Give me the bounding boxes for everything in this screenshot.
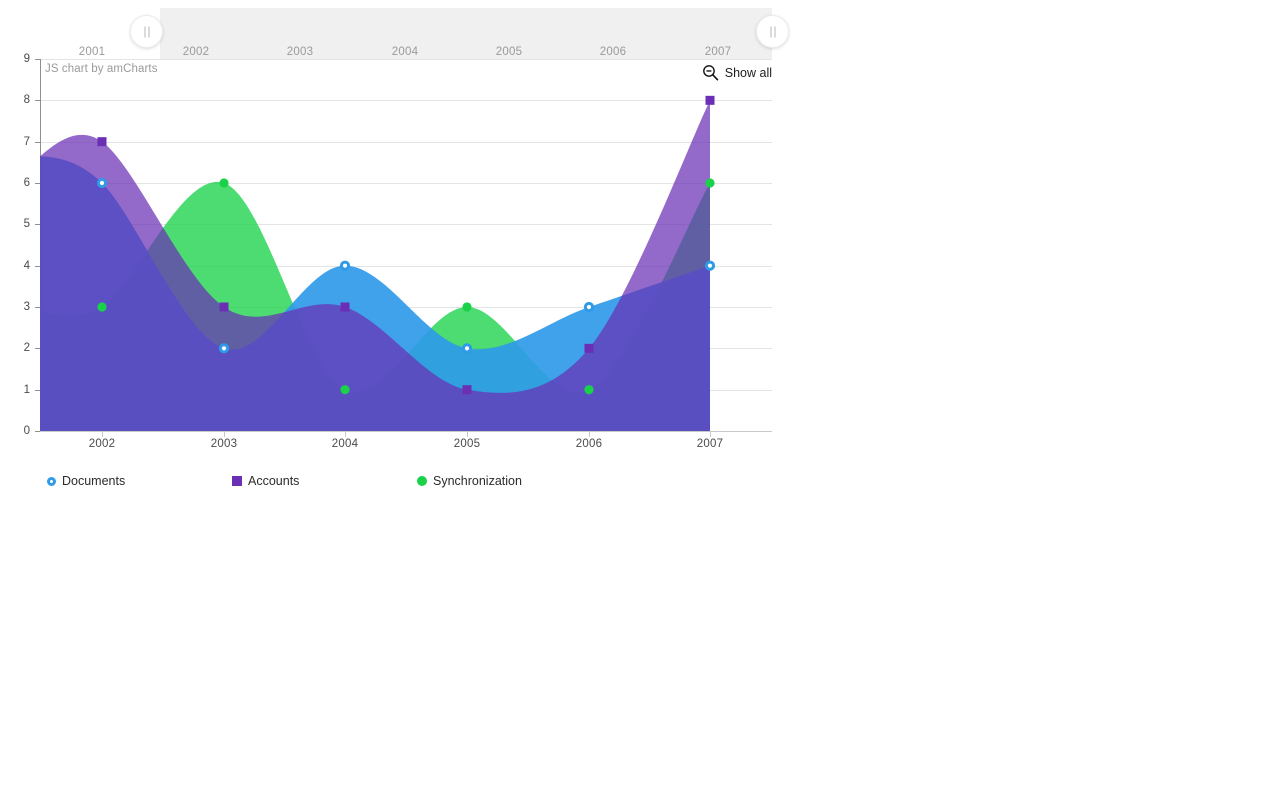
y-tick-label-0: 0 xyxy=(23,425,30,437)
dot-marker-icon xyxy=(411,476,433,486)
data-point-accounts-2006[interactable] xyxy=(584,343,594,353)
x-tick-mark xyxy=(224,431,225,437)
data-point-synchronization-2002[interactable] xyxy=(97,302,107,312)
y-tick-label-5: 5 xyxy=(23,218,30,231)
legend-label: Synchronization xyxy=(433,474,522,488)
x-tick-mark xyxy=(710,431,711,437)
y-tick-label-2: 2 xyxy=(23,342,30,355)
chart-area: 0 1 2 3 4 5 6 7 8 9 2002 2003 2004 2005 2006 2007 JS c… xyxy=(0,0,800,500)
data-point-documents-2004[interactable] xyxy=(339,260,351,271)
data-point-accounts-2003[interactable] xyxy=(219,302,229,312)
x-tick-label-2002: 2002 xyxy=(88,438,116,450)
x-tick-mark xyxy=(467,431,468,437)
legend-item-synchronization[interactable]: Synchronization xyxy=(411,468,522,494)
y-tick-label-8: 8 xyxy=(23,94,30,107)
y-tick-mark xyxy=(35,431,40,432)
x-tick-label-2007: 2007 xyxy=(696,438,724,450)
ring-marker-icon xyxy=(40,476,62,486)
legend-label: Accounts xyxy=(248,474,300,488)
show-all-button[interactable]: Show all xyxy=(702,64,772,81)
data-point-synchronization-2004[interactable] xyxy=(340,385,350,395)
data-point-documents-2006[interactable] xyxy=(583,301,595,313)
data-point-documents-2002[interactable] xyxy=(96,177,108,189)
y-tick-label-3: 3 xyxy=(23,301,30,313)
square-marker-icon xyxy=(226,476,248,486)
legend-label: Documents xyxy=(62,474,126,488)
legend-item-accounts[interactable]: Accounts xyxy=(226,468,299,494)
data-point-synchronization-2003[interactable] xyxy=(219,178,229,188)
x-tick-mark xyxy=(589,431,590,437)
x-tick-label-2004: 2004 xyxy=(331,438,359,450)
chart-page: 2001 2002 2003 2004 2005 2006 2007 0123456789 … xyxy=(0,0,1280,800)
y-tick-label-9: 9 xyxy=(23,53,30,65)
x-tick-label-2003: 2003 xyxy=(210,438,238,450)
x-tick-mark xyxy=(345,431,346,437)
data-point-documents-2007[interactable] xyxy=(704,260,716,271)
y-tick-label-7: 7 xyxy=(23,135,30,148)
chart-legend: Documents Accounts Synchronization xyxy=(40,468,760,494)
data-point-documents-2003[interactable] xyxy=(218,343,230,354)
data-point-documents-2005[interactable] xyxy=(461,343,473,354)
data-point-synchronization-2007[interactable] xyxy=(705,178,715,188)
data-point-accounts-2007[interactable] xyxy=(705,95,715,105)
y-tick-label-6: 6 xyxy=(23,177,30,189)
data-point-synchronization-2005[interactable] xyxy=(462,302,472,312)
y-tick-label-1: 1 xyxy=(23,383,30,396)
x-tick-mark xyxy=(102,431,103,437)
data-point-accounts-2002[interactable] xyxy=(97,137,107,147)
x-tick-label-2005: 2005 xyxy=(453,438,481,450)
y-tick-label-4: 4 xyxy=(23,259,30,272)
show-all-label: Show all xyxy=(724,65,772,80)
zoom-out-icon xyxy=(702,65,719,81)
data-point-accounts-2004[interactable] xyxy=(340,302,350,312)
series-area-accounts xyxy=(40,100,710,431)
legend-item-documents[interactable]: Documents xyxy=(40,468,125,494)
data-point-accounts-2005[interactable] xyxy=(462,385,472,395)
x-axis-line xyxy=(40,431,772,432)
amcharts-watermark: JS chart by amCharts xyxy=(45,63,158,75)
series-plot xyxy=(40,95,716,431)
data-point-synchronization-2006[interactable] xyxy=(584,385,594,395)
x-tick-label-2006: 2006 xyxy=(575,438,603,450)
